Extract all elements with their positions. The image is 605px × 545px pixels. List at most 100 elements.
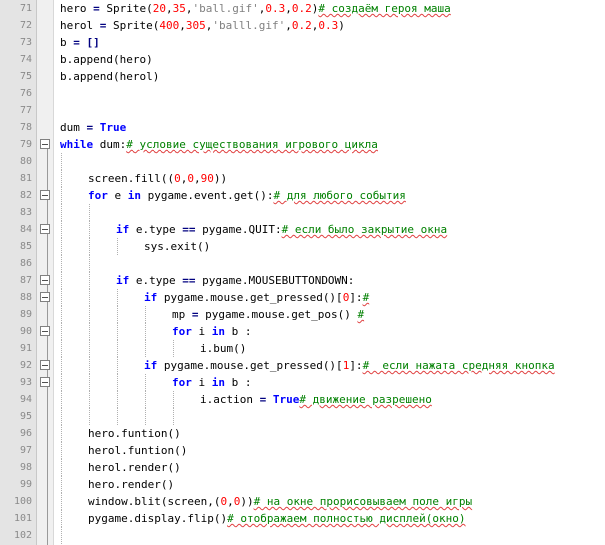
line-number: 75 (19, 71, 32, 82)
code-token: i.bum() (200, 342, 247, 355)
line-number: 78 (19, 122, 32, 133)
indent-guide (117, 238, 118, 255)
code-text: herol.render() (88, 459, 181, 476)
comment-token: # создаём героя маша (318, 2, 451, 15)
code-line[interactable]: 99 hero.render() (0, 476, 605, 493)
code-token: pygame.mouse.get_pos() (198, 308, 358, 321)
indent-guide (61, 204, 62, 221)
code-line[interactable]: 95 (0, 408, 605, 425)
indent-guide (61, 153, 62, 170)
indent-guide (61, 357, 62, 374)
code-line[interactable]: 75 b.append(herol) (0, 68, 605, 85)
fold-minus-icon[interactable] (40, 292, 50, 302)
code-line[interactable]: 101 pygame.display.flip()# отображаем пол… (0, 510, 605, 527)
code-token: hero.funtion() (88, 427, 181, 440)
code-text: if e.type == pygame.QUIT:# если было зак… (116, 221, 447, 238)
number-token: 0.3 (265, 2, 286, 15)
code-token: , (285, 19, 292, 32)
fold-minus-icon[interactable] (40, 360, 50, 370)
fold-minus-icon[interactable] (40, 190, 50, 200)
indent-guide (173, 391, 174, 408)
code-line[interactable]: 73 b = [] (0, 34, 605, 51)
code-line[interactable]: 84 if e.type == pygame.QUIT:# если было з… (0, 221, 605, 238)
code-token: Sprite( (99, 2, 153, 15)
indent-guide (61, 527, 62, 544)
keyword-token: if (116, 274, 130, 287)
fold-minus-icon[interactable] (40, 139, 50, 149)
code-line[interactable]: 86 (0, 255, 605, 272)
code-line[interactable]: 91 i.bum() (0, 340, 605, 357)
fold-minus-icon[interactable] (40, 224, 50, 234)
code-line[interactable]: 98 herol.render() (0, 459, 605, 476)
line-number: 94 (19, 394, 32, 405)
code-line[interactable]: 77 (0, 102, 605, 119)
fold-minus-icon[interactable] (40, 326, 50, 336)
code-line[interactable]: 88 if pygame.mouse.get_pressed()[0]:# (0, 289, 605, 306)
code-line[interactable]: 100 window.blit(screen,(0,0))# на окне пр… (0, 493, 605, 510)
code-token: i (191, 376, 212, 389)
code-token: ]: (349, 291, 363, 304)
code-line[interactable]: 83 (0, 204, 605, 221)
indent-guide (61, 391, 62, 408)
number-token: 90 (200, 172, 214, 185)
code-line[interactable]: 90 for i in b : (0, 323, 605, 340)
code-line[interactable]: 81 screen.fill((0,0,90)) (0, 170, 605, 187)
indent-guide (61, 306, 62, 323)
line-number: 90 (19, 326, 32, 337)
code-line[interactable]: 92 if pygame.mouse.get_pressed()[1]:# есл… (0, 357, 605, 374)
code-line[interactable]: 94 i.action = True# движение разрешено (0, 391, 605, 408)
indent-guide (89, 374, 90, 391)
indent-guide (89, 391, 90, 408)
indent-guide (145, 408, 146, 425)
fold-minus-icon[interactable] (40, 275, 50, 285)
comment-token: # движение разрешено (299, 393, 432, 406)
indent-guide (89, 340, 90, 357)
keyword-token: in (211, 325, 225, 338)
code-text: hero.render() (88, 476, 174, 493)
code-token: e (107, 189, 128, 202)
code-text: herol.funtion() (88, 442, 187, 459)
code-line[interactable]: 79 while dum:# условие существования игро… (0, 136, 605, 153)
code-line[interactable]: 80 (0, 153, 605, 170)
indent-guide (89, 357, 90, 374)
code-line[interactable]: 72 herol = Sprite(400,305,'balll.gif',0.2… (0, 17, 605, 34)
code-line[interactable]: 85 sys.exit() (0, 238, 605, 255)
code-token: i.action (200, 393, 260, 406)
code-editor[interactable]: 71 hero = Sprite(20,35,'ball.gif',0.3,0.2… (0, 0, 605, 545)
line-number: 73 (19, 37, 32, 48)
code-line[interactable]: 74 b.append(hero) (0, 51, 605, 68)
operator-token: = (191, 308, 199, 321)
code-line[interactable]: 71 hero = Sprite(20,35,'ball.gif',0.3,0.2… (0, 0, 605, 17)
code-text: hero = Sprite(20,35,'ball.gif',0.3,0.2)#… (60, 0, 451, 17)
code-line[interactable]: 82 for e in pygame.event.get():# для любо… (0, 187, 605, 204)
code-token: ]: (349, 359, 363, 372)
code-token: )) (240, 495, 254, 508)
code-token: Sprite( (106, 19, 160, 32)
code-line[interactable]: 96 hero.funtion() (0, 425, 605, 442)
line-number: 97 (19, 445, 32, 456)
code-line[interactable]: 93 for i in b : (0, 374, 605, 391)
code-token: pygame.mouse.get_pressed()[ (157, 291, 343, 304)
code-token: hero (60, 2, 94, 15)
fold-minus-icon[interactable] (40, 377, 50, 387)
keyword-token: if (144, 291, 158, 304)
code-line[interactable]: 78 dum = True (0, 119, 605, 136)
indent-guide (117, 391, 118, 408)
indent-guide (61, 425, 62, 442)
code-line[interactable]: 76 (0, 85, 605, 102)
code-line[interactable]: 102 (0, 527, 605, 544)
code-line[interactable]: 89 mp = pygame.mouse.get_pos() # (0, 306, 605, 323)
code-token: , (227, 495, 234, 508)
code-text: if e.type == pygame.MOUSEBUTTONDOWN: (116, 272, 354, 289)
code-text: b = [] (60, 34, 100, 51)
indent-guide (117, 306, 118, 323)
code-line[interactable]: 87 if e.type == pygame.MOUSEBUTTONDOWN: (0, 272, 605, 289)
code-line[interactable]: 97 herol.funtion() (0, 442, 605, 459)
keyword-token: for (88, 189, 108, 202)
line-number: 96 (19, 428, 32, 439)
indent-guide (61, 374, 62, 391)
code-text: b.append(hero) (60, 51, 153, 68)
code-text: for e in pygame.event.get():# для любого… (88, 187, 406, 204)
